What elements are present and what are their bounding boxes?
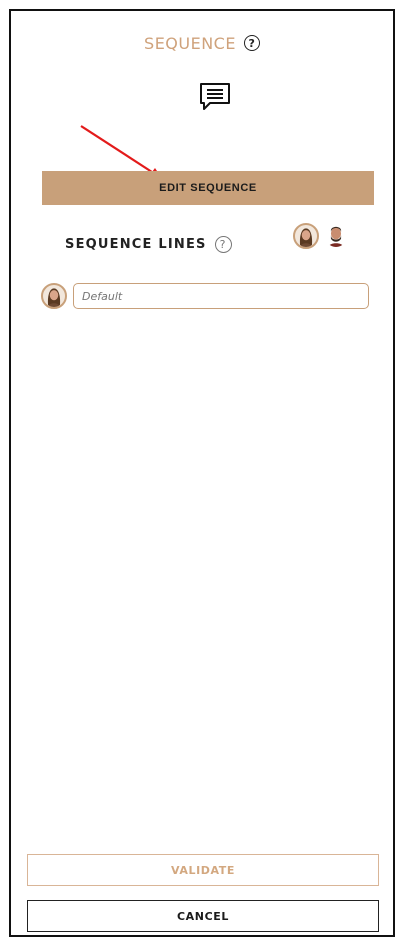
line-character-avatar[interactable] bbox=[41, 283, 67, 309]
edit-sequence-button[interactable]: EDIT SEQUENCE bbox=[42, 171, 374, 205]
help-icon[interactable]: ? bbox=[214, 235, 232, 253]
header: SEQUENCE ? bbox=[11, 29, 393, 57]
sequence-lines-title: SEQUENCE LINES bbox=[65, 236, 207, 252]
character-selector bbox=[293, 223, 349, 249]
sequence-lines-heading: SEQUENCE LINES ? bbox=[65, 233, 232, 255]
speech-bubble-icon bbox=[200, 83, 230, 110]
sequence-panel: SEQUENCE ? EDIT SEQUENCE SEQUENCE LINES … bbox=[9, 9, 395, 937]
validate-button[interactable]: VALIDATE bbox=[27, 854, 379, 886]
page-title: SEQUENCE bbox=[144, 33, 236, 53]
male-avatar[interactable] bbox=[323, 223, 349, 249]
female-avatar[interactable] bbox=[293, 223, 319, 249]
sequence-line-input[interactable] bbox=[73, 283, 369, 309]
sequence-line-row bbox=[41, 283, 369, 309]
cancel-button[interactable]: CANCEL bbox=[27, 900, 379, 932]
help-icon[interactable]: ? bbox=[243, 35, 260, 51]
